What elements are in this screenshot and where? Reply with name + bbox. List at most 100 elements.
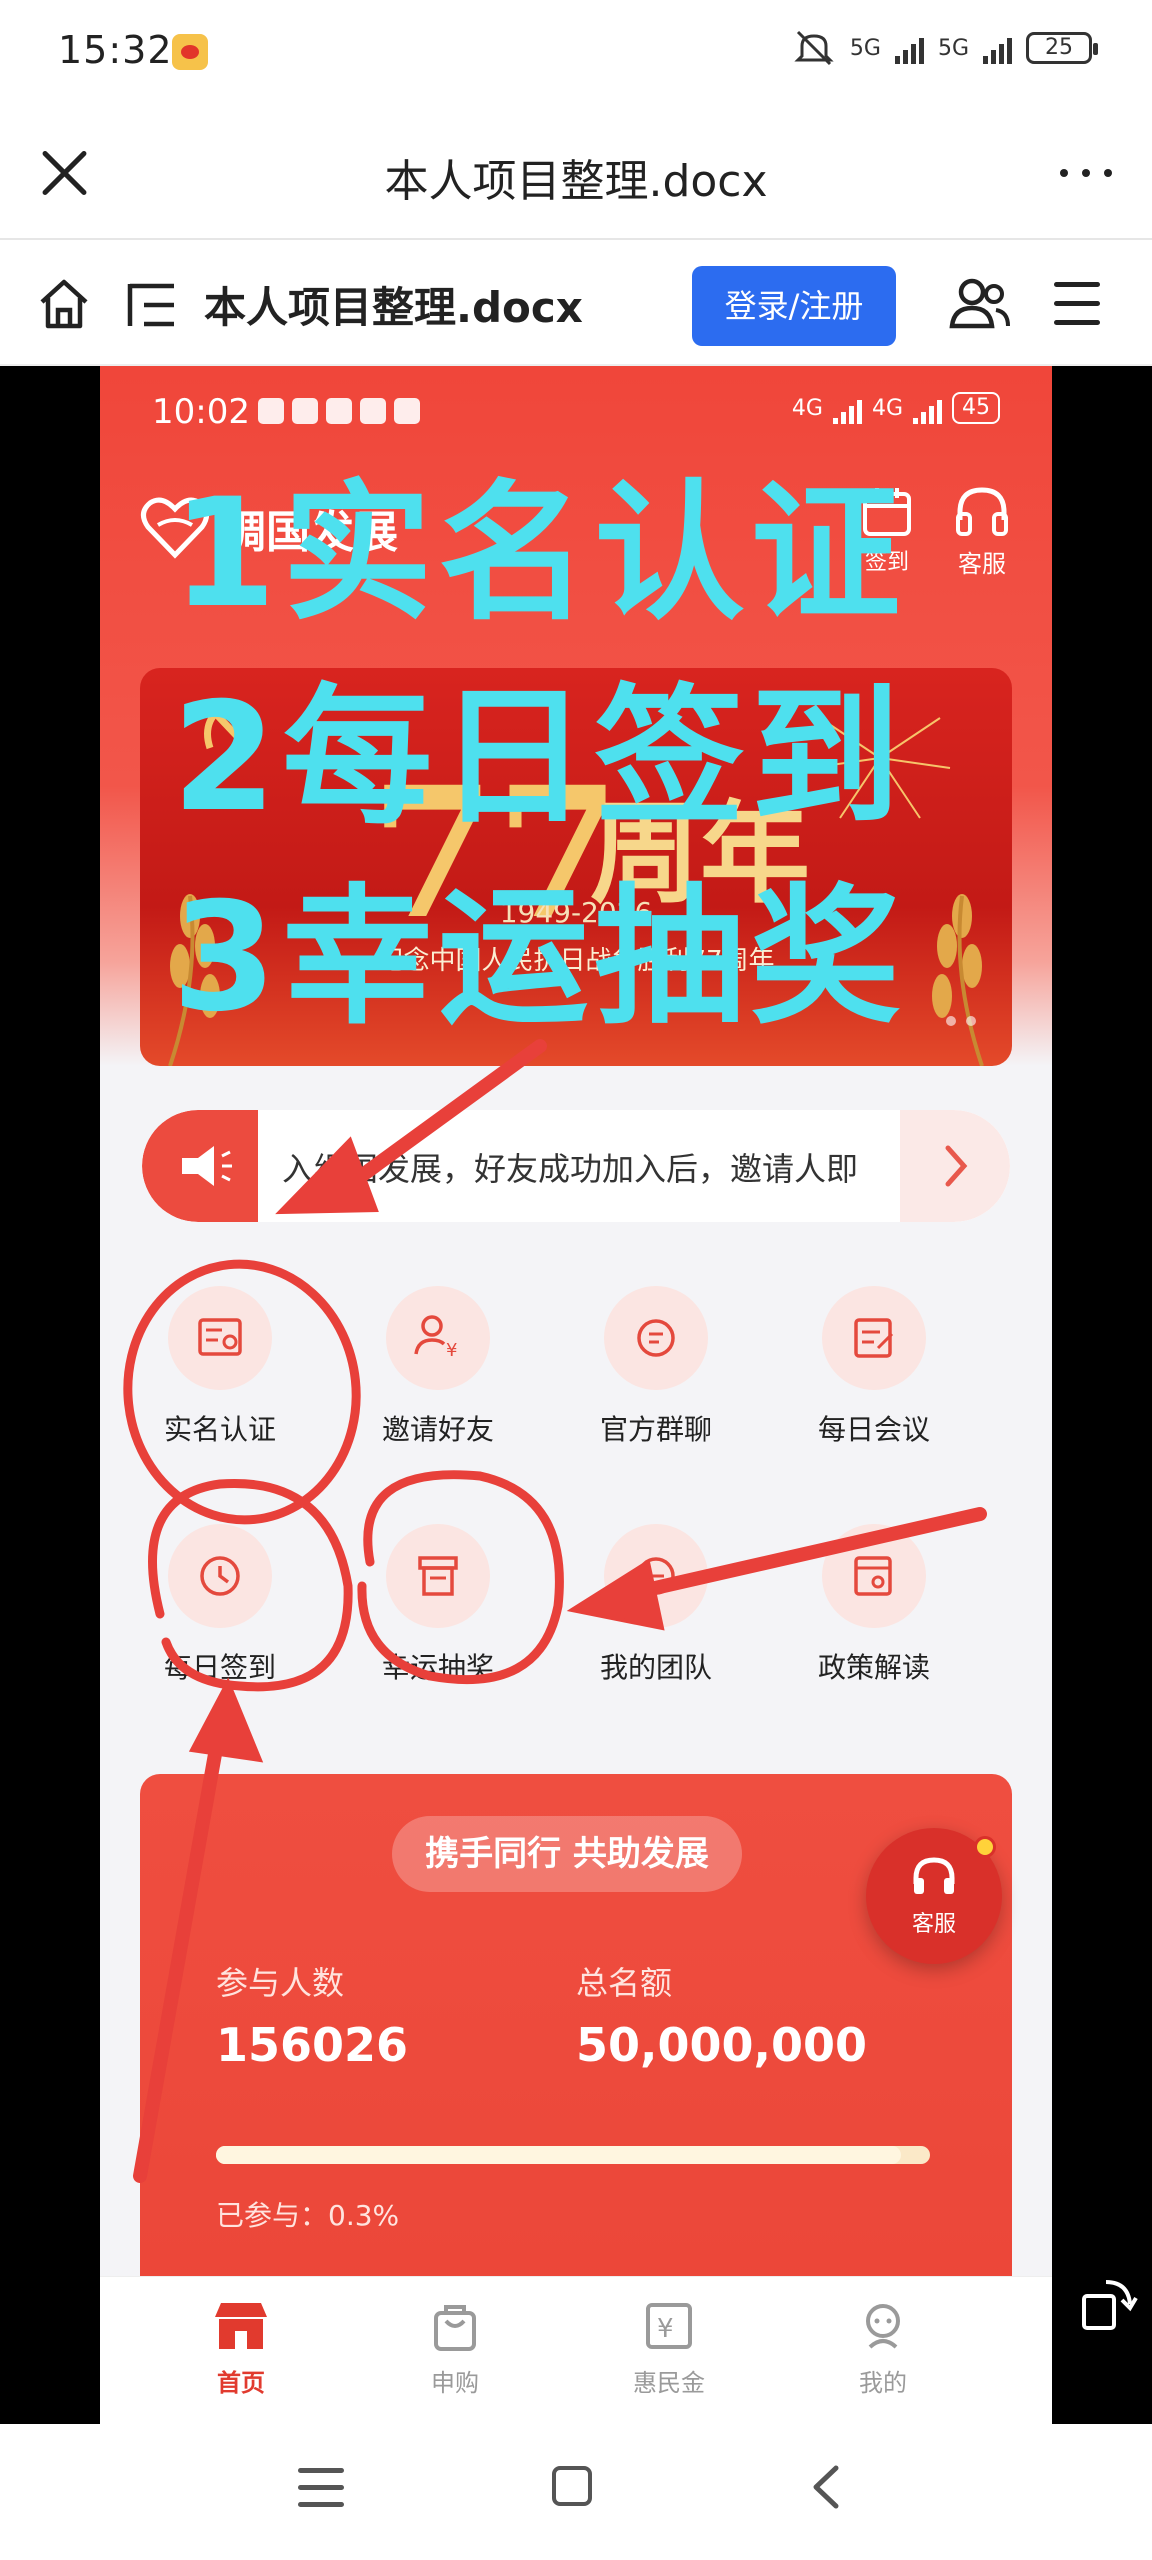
megaphone-icon — [142, 1110, 258, 1222]
tab-profile[interactable]: 我的 — [808, 2299, 958, 2398]
participants-label: 参与人数 — [216, 1964, 345, 2002]
yen-icon: ¥ — [646, 2303, 692, 2349]
mute-icon — [794, 30, 834, 66]
team-icon — [604, 1524, 708, 1628]
signal-icon — [832, 392, 862, 424]
signal-icon — [983, 32, 1012, 64]
bottom-tab-bar: 首页 申购 ¥ 惠民金 我的 — [100, 2276, 1052, 2424]
store-icon — [215, 2303, 267, 2349]
grid-label: 幸运抽奖 — [381, 1651, 494, 1684]
notification-dot — [974, 1836, 996, 1858]
grid-item-lottery[interactable]: 幸运抽奖 — [358, 1524, 518, 1686]
grid-label: 每日签到 — [163, 1651, 276, 1684]
outline-icon[interactable] — [124, 278, 180, 332]
inner-battery-icon: 45 — [952, 392, 1000, 424]
signal-icon — [913, 392, 942, 424]
status-indicators: 5G 5G 25 — [792, 28, 1098, 68]
grid-label: 邀请好友 — [381, 1413, 494, 1446]
network-label-1: 5G — [849, 35, 881, 61]
page-title: 本人项目整理.docx — [384, 156, 768, 207]
tab-purchase[interactable]: 申购 — [380, 2299, 530, 2398]
service-label: 客服 — [958, 550, 1006, 578]
status-time: 15:32 — [58, 28, 173, 72]
heart-logo-icon — [141, 497, 209, 559]
signal-icon — [894, 32, 924, 64]
hamburger-menu-icon[interactable] — [1054, 282, 1100, 326]
grid-item-invite[interactable]: ¥ 邀请好友 — [358, 1286, 518, 1448]
tab-benefit-fund[interactable]: ¥ 惠民金 — [594, 2299, 744, 2398]
tab-label: 申购 — [431, 2369, 479, 2397]
tab-label: 我的 — [859, 2369, 907, 2397]
document-title: 本人项目整理.docx — [204, 283, 583, 332]
grid-item-policy[interactable]: 政策解读 — [794, 1524, 954, 1686]
users-icon[interactable] — [948, 274, 1012, 334]
grid-item-group-chat[interactable]: 官方群聊 — [576, 1286, 736, 1448]
grid-item-daily-checkin[interactable]: 每日签到 — [140, 1524, 300, 1686]
grid-item-verification[interactable]: 实名认证 — [140, 1286, 300, 1448]
sign-in-label: 签到 — [864, 550, 909, 575]
invite-user-icon: ¥ — [386, 1286, 490, 1390]
profile-icon — [866, 2304, 900, 2349]
back-button[interactable] — [806, 2464, 846, 2510]
grid-label: 政策解读 — [817, 1651, 930, 1684]
inner-network-2: 4G — [871, 395, 903, 421]
chevron-right-icon[interactable] — [900, 1110, 1010, 1222]
home-icon[interactable] — [36, 276, 92, 332]
meeting-icon — [822, 1286, 926, 1390]
policy-icon — [822, 1524, 926, 1628]
anniversary-banner[interactable]: 77 周年 1949-2026 纪念中国人民抗日战争胜利77周年 — [140, 668, 1012, 1066]
quota-label: 总名额 — [576, 1964, 673, 2002]
grid-label: 实名认证 — [163, 1413, 276, 1446]
battery-icon: 25 — [1026, 32, 1098, 64]
tab-label: 惠民金 — [633, 2369, 705, 2397]
wheat-left-graphic — [168, 894, 220, 1066]
bag-icon — [434, 2305, 476, 2351]
grid-label: 我的团队 — [599, 1651, 712, 1684]
app-brand: 绸国发展 — [140, 496, 398, 560]
inner-status-time: 10:02 — [152, 392, 250, 432]
brand-name: 绸国发展 — [222, 507, 398, 558]
document-toolbar: 本人项目整理.docx 登录/注册 — [0, 242, 1152, 366]
recent-apps-button[interactable] — [298, 2468, 344, 2519]
progress-fill — [216, 2146, 902, 2164]
sign-in-shortcut[interactable]: 签到 — [852, 484, 922, 576]
tab-home[interactable]: 首页 — [166, 2299, 316, 2398]
clock-icon — [168, 1524, 272, 1628]
wheat-right-graphic — [932, 894, 984, 1066]
inner-network-1: 4G — [791, 395, 823, 421]
image-viewer[interactable]: 10:02 4G 4G 45 绸国发展 签到 客服 77 周年 1949-202… — [0, 366, 1152, 2424]
tab-label: 首页 — [217, 2369, 265, 2397]
browser-header: 本人项目整理.docx — [0, 105, 1152, 240]
participants-value: 156026 — [216, 2018, 409, 2072]
progress-bar — [216, 2146, 930, 2164]
card-title: 携手同行 共助发展 — [392, 1816, 742, 1892]
notice-text: 入绸国发展，好友成功加入后，邀请人即 — [282, 1150, 859, 1188]
home-button[interactable] — [552, 2466, 592, 2506]
system-navigation-bar — [0, 2424, 1152, 2560]
customer-service-shortcut[interactable]: 客服 — [942, 484, 1022, 579]
fireworks-graphic — [809, 688, 951, 819]
floating-service-button[interactable]: 客服 — [866, 1828, 1002, 1964]
notice-bar[interactable]: 入绸国发展，好友成功加入后，邀请人即 — [142, 1110, 1010, 1222]
svg-text:¥: ¥ — [446, 1340, 457, 1361]
hammer-sickle-emblem — [204, 698, 253, 753]
grid-item-meeting[interactable]: 每日会议 — [794, 1286, 954, 1448]
calendar-icon — [863, 488, 911, 536]
login-register-button[interactable]: 登录/注册 — [692, 266, 896, 346]
inner-notification-icons — [258, 398, 420, 424]
arrow-head — [188, 1677, 264, 1763]
inner-status-indicators: 4G 4G 45 — [792, 392, 1000, 424]
rotate-icon[interactable] — [1078, 2274, 1138, 2334]
id-card-icon — [168, 1286, 272, 1390]
embedded-screenshot: 10:02 4G 4G 45 绸国发展 签到 客服 77 周年 1949-202… — [100, 366, 1052, 2424]
svg-text:¥: ¥ — [657, 2314, 674, 2344]
more-options-icon[interactable] — [1060, 169, 1112, 177]
weibo-icon — [172, 34, 208, 70]
grid-label: 官方群聊 — [599, 1413, 712, 1446]
carousel-dots — [946, 1016, 976, 1026]
network-label-2: 5G — [937, 35, 969, 61]
status-bar: 15:32 5G 5G 25 — [0, 0, 1152, 105]
quota-value: 50,000,000 — [576, 2018, 868, 2072]
grid-item-team[interactable]: 我的团队 — [576, 1524, 736, 1686]
chat-icon — [604, 1286, 708, 1390]
